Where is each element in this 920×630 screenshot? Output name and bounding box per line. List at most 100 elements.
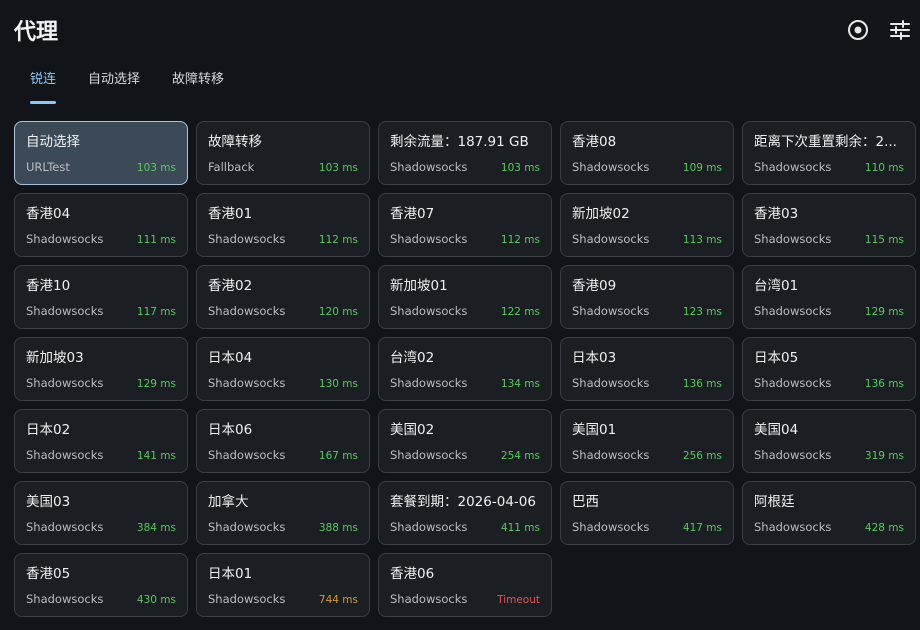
- proxy-type: Shadowsocks: [208, 304, 286, 318]
- proxy-card[interactable]: 美国04 Shadowsocks 319 ms: [742, 409, 916, 473]
- proxy-delay[interactable]: 120 ms: [319, 306, 358, 318]
- proxy-card[interactable]: 日本04 Shadowsocks 130 ms: [196, 337, 370, 401]
- tab-fallback[interactable]: 故障转移: [156, 60, 240, 106]
- proxy-delay[interactable]: 130 ms: [319, 378, 358, 390]
- proxy-delay[interactable]: 113 ms: [683, 234, 722, 246]
- proxy-name: 故障转移: [208, 134, 262, 150]
- proxy-delay[interactable]: 141 ms: [137, 450, 176, 462]
- proxy-card[interactable]: 美国01 Shadowsocks 256 ms: [560, 409, 734, 473]
- proxy-card[interactable]: 台湾02 Shadowsocks 134 ms: [378, 337, 552, 401]
- proxy-name: 剩余流量：187.91 GB: [390, 134, 529, 150]
- proxy-meta: Shadowsocks Timeout: [390, 592, 540, 606]
- proxy-delay[interactable]: 134 ms: [501, 378, 540, 390]
- proxy-type: Shadowsocks: [754, 232, 832, 246]
- proxy-delay[interactable]: Timeout: [497, 594, 540, 606]
- proxy-card[interactable]: 香港05 Shadowsocks 430 ms: [14, 553, 188, 617]
- proxy-delay[interactable]: 129 ms: [865, 306, 904, 318]
- sliders-icon[interactable]: [886, 16, 914, 44]
- proxy-card[interactable]: 距离下次重置剩余：2... Shadowsocks 110 ms: [742, 121, 916, 185]
- proxy-card[interactable]: 阿根廷 Shadowsocks 428 ms: [742, 481, 916, 545]
- proxy-card[interactable]: 台湾01 Shadowsocks 129 ms: [742, 265, 916, 329]
- proxy-type: Shadowsocks: [208, 376, 286, 390]
- proxy-meta: Shadowsocks 388 ms: [208, 520, 358, 534]
- proxy-meta: Shadowsocks 117 ms: [26, 304, 176, 318]
- proxy-card[interactable]: 日本02 Shadowsocks 141 ms: [14, 409, 188, 473]
- proxy-delay[interactable]: 417 ms: [683, 522, 722, 534]
- proxy-delay[interactable]: 256 ms: [683, 450, 722, 462]
- proxy-delay[interactable]: 103 ms: [137, 162, 176, 174]
- proxy-delay[interactable]: 103 ms: [319, 162, 358, 174]
- proxy-delay[interactable]: 112 ms: [319, 234, 358, 246]
- proxy-card[interactable]: 香港04 Shadowsocks 111 ms: [14, 193, 188, 257]
- proxy-delay[interactable]: 384 ms: [137, 522, 176, 534]
- proxy-card[interactable]: 日本03 Shadowsocks 136 ms: [560, 337, 734, 401]
- proxy-card[interactable]: 日本05 Shadowsocks 136 ms: [742, 337, 916, 401]
- proxy-card[interactable]: 日本01 Shadowsocks 744 ms: [196, 553, 370, 617]
- proxy-card[interactable]: 加拿大 Shadowsocks 388 ms: [196, 481, 370, 545]
- proxy-delay[interactable]: 254 ms: [501, 450, 540, 462]
- target-icon[interactable]: [844, 16, 872, 44]
- proxy-delay[interactable]: 319 ms: [865, 450, 904, 462]
- proxy-name: 日本03: [572, 350, 617, 366]
- proxy-type: Shadowsocks: [390, 592, 468, 606]
- proxy-card[interactable]: 香港08 Shadowsocks 109 ms: [560, 121, 734, 185]
- proxy-card[interactable]: 自动选择 URLTest 103 ms: [14, 121, 188, 185]
- proxy-meta: Shadowsocks 417 ms: [572, 520, 722, 534]
- proxy-delay[interactable]: 136 ms: [683, 378, 722, 390]
- proxy-delay[interactable]: 428 ms: [865, 522, 904, 534]
- proxy-card[interactable]: 巴西 Shadowsocks 417 ms: [560, 481, 734, 545]
- proxy-meta: Shadowsocks 411 ms: [390, 520, 540, 534]
- tab-ruilian[interactable]: 锐连: [14, 60, 72, 106]
- proxy-type: Shadowsocks: [26, 376, 104, 390]
- proxy-name: 新加坡01: [390, 278, 448, 294]
- proxy-card[interactable]: 美国02 Shadowsocks 254 ms: [378, 409, 552, 473]
- proxy-delay[interactable]: 115 ms: [865, 234, 904, 246]
- proxy-meta: Shadowsocks 744 ms: [208, 592, 358, 606]
- proxy-card[interactable]: 香港01 Shadowsocks 112 ms: [196, 193, 370, 257]
- proxy-delay[interactable]: 111 ms: [137, 234, 176, 246]
- proxy-name: 台湾01: [754, 278, 799, 294]
- proxy-delay[interactable]: 123 ms: [683, 306, 722, 318]
- proxy-delay[interactable]: 112 ms: [501, 234, 540, 246]
- proxy-meta: Shadowsocks 115 ms: [754, 232, 904, 246]
- proxy-card[interactable]: 新加坡02 Shadowsocks 113 ms: [560, 193, 734, 257]
- proxy-card[interactable]: 美国03 Shadowsocks 384 ms: [14, 481, 188, 545]
- proxy-card[interactable]: 新加坡03 Shadowsocks 129 ms: [14, 337, 188, 401]
- proxy-card[interactable]: 新加坡01 Shadowsocks 122 ms: [378, 265, 552, 329]
- proxy-delay[interactable]: 136 ms: [865, 378, 904, 390]
- proxy-delay[interactable]: 430 ms: [137, 594, 176, 606]
- proxy-delay[interactable]: 744 ms: [319, 594, 358, 606]
- proxy-card[interactable]: 香港03 Shadowsocks 115 ms: [742, 193, 916, 257]
- proxy-name: 巴西: [572, 494, 599, 510]
- proxy-delay[interactable]: 109 ms: [683, 162, 722, 174]
- proxy-meta: Shadowsocks 428 ms: [754, 520, 904, 534]
- proxy-card[interactable]: 剩余流量：187.91 GB Shadowsocks 103 ms: [378, 121, 552, 185]
- proxy-name: 香港10: [26, 278, 71, 294]
- proxy-delay[interactable]: 167 ms: [319, 450, 358, 462]
- proxy-meta: Shadowsocks 112 ms: [390, 232, 540, 246]
- proxy-delay[interactable]: 103 ms: [501, 162, 540, 174]
- proxy-meta: Shadowsocks 167 ms: [208, 448, 358, 462]
- proxy-type: Shadowsocks: [572, 376, 650, 390]
- proxy-delay[interactable]: 122 ms: [501, 306, 540, 318]
- proxy-delay[interactable]: 117 ms: [137, 306, 176, 318]
- proxy-card[interactable]: 香港10 Shadowsocks 117 ms: [14, 265, 188, 329]
- proxy-card[interactable]: 日本06 Shadowsocks 167 ms: [196, 409, 370, 473]
- proxy-delay[interactable]: 411 ms: [501, 522, 540, 534]
- proxy-card[interactable]: 香港09 Shadowsocks 123 ms: [560, 265, 734, 329]
- proxy-delay[interactable]: 388 ms: [319, 522, 358, 534]
- proxy-name: 美国03: [26, 494, 71, 510]
- proxy-card[interactable]: 香港02 Shadowsocks 120 ms: [196, 265, 370, 329]
- proxy-type: Shadowsocks: [390, 304, 468, 318]
- proxy-name: 距离下次重置剩余：2...: [754, 134, 897, 150]
- proxy-card[interactable]: 故障转移 Fallback 103 ms: [196, 121, 370, 185]
- proxy-meta: Shadowsocks 141 ms: [26, 448, 176, 462]
- proxy-card[interactable]: 套餐到期：2026-04-06 Shadowsocks 411 ms: [378, 481, 552, 545]
- proxy-delay[interactable]: 110 ms: [865, 162, 904, 174]
- proxy-meta: Shadowsocks 112 ms: [208, 232, 358, 246]
- tab-auto-select[interactable]: 自动选择: [72, 60, 156, 106]
- proxy-card[interactable]: 香港06 Shadowsocks Timeout: [378, 553, 552, 617]
- header-actions: [844, 16, 914, 44]
- proxy-card[interactable]: 香港07 Shadowsocks 112 ms: [378, 193, 552, 257]
- proxy-delay[interactable]: 129 ms: [137, 378, 176, 390]
